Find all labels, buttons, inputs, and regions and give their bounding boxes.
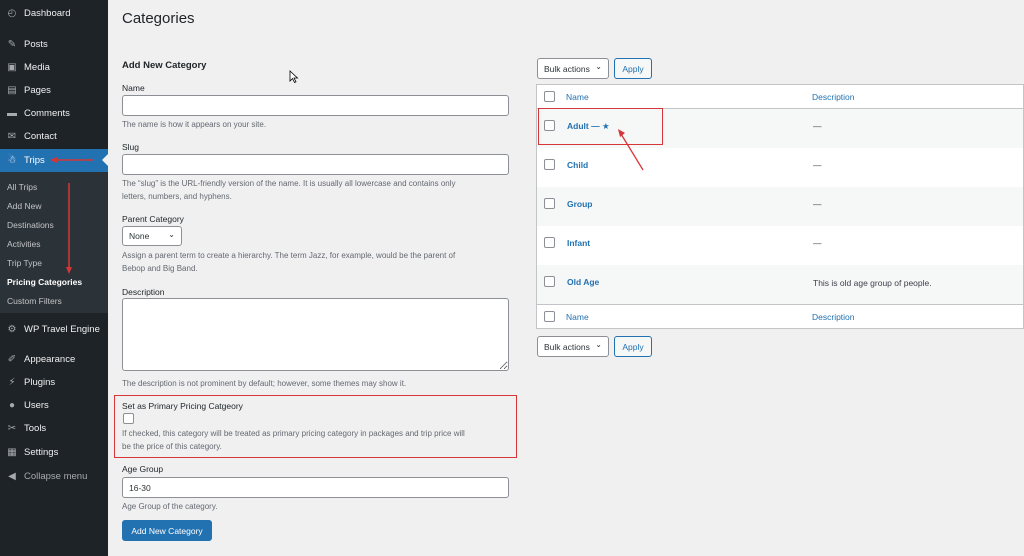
menu-item-tools[interactable]: ✂ Tools <box>0 417 108 440</box>
menu-label: WP Travel Engine <box>24 324 100 335</box>
row-checkbox[interactable] <box>544 198 555 209</box>
table-header: Name Description <box>537 85 1023 109</box>
parent-category-select[interactable]: None ⌄ <box>122 226 182 246</box>
table-footer: Name Description <box>537 304 1023 328</box>
brush-icon: ✐ <box>7 354 17 365</box>
bulk-actions-value: Bulk actions <box>544 63 590 74</box>
menu-item-users[interactable]: ● Users <box>0 394 108 417</box>
menu-label: Users <box>24 400 49 411</box>
primary-pricing-desc-line-1: If checked, this category will be treate… <box>122 429 465 438</box>
bulk-actions-value: Bulk actions <box>544 341 590 352</box>
table-row: Old Age This is old age group of people. <box>537 265 1023 304</box>
row-checkbox[interactable] <box>544 237 555 248</box>
category-name-link[interactable]: Child <box>567 160 588 170</box>
slug-input[interactable] <box>122 154 509 175</box>
annotation-arrows-sidebar <box>50 157 93 274</box>
slug-description-line-2: letters, numbers, and hyphens. <box>122 192 232 201</box>
menu-item-appearance[interactable]: ✐ Appearance <box>0 348 108 371</box>
bulk-actions-select-bottom[interactable]: Bulk actions ⌄ <box>537 336 609 357</box>
collapse-menu-button[interactable]: ◀ Collapse menu <box>0 465 108 488</box>
category-name-link[interactable]: Infant <box>567 238 590 248</box>
menu-item-wp-travel-engine[interactable]: ⚙ WP Travel Engine <box>0 318 108 341</box>
category-description: — <box>813 160 822 170</box>
add-category-heading: Add New Category <box>122 60 207 71</box>
chevron-down-icon: ⌄ <box>595 62 602 71</box>
row-checkbox[interactable] <box>544 159 555 170</box>
description-textarea[interactable] <box>122 298 509 371</box>
primary-pricing-desc-line-2: be the price of this category. <box>122 442 222 451</box>
slug-label: Slug <box>122 142 140 152</box>
page-title: Categories <box>122 10 195 27</box>
name-input[interactable] <box>122 95 509 116</box>
description-label: Description <box>122 287 165 297</box>
age-group-description: Age Group of the category. <box>122 502 218 511</box>
category-description: — <box>813 199 822 209</box>
parent-description-line-1: Assign a parent term to create a hierarc… <box>122 251 456 260</box>
menu-label: Tools <box>24 423 47 434</box>
column-description-header: Description <box>812 92 855 102</box>
table-row: Group — <box>537 187 1023 226</box>
age-group-input[interactable] <box>122 477 509 498</box>
menu-item-settings[interactable]: ▦ Settings <box>0 441 108 464</box>
submenu-custom-filters[interactable]: Custom Filters <box>7 296 62 306</box>
menu-item-plugins[interactable]: ⚡ Plugins <box>0 371 108 394</box>
annotation-arrow-adult <box>618 129 644 171</box>
mouse-cursor-icon <box>289 70 299 84</box>
column-description-footer: Description <box>812 312 855 322</box>
age-group-label: Age Group <box>122 464 164 474</box>
category-name-link[interactable]: Group <box>567 199 593 209</box>
parent-description-line-2: Bebop and Big Band. <box>122 264 198 273</box>
name-description: The name is how it appears on your site. <box>122 120 267 129</box>
chevron-down-icon: ⌄ <box>168 230 175 239</box>
row-checkbox[interactable] <box>544 276 555 287</box>
primary-pricing-checkbox[interactable] <box>123 413 134 424</box>
parent-category-label: Parent Category <box>122 214 184 224</box>
apply-button-bottom[interactable]: Apply <box>614 336 652 357</box>
primary-pricing-label: Set as Primary Pricing Catgeory <box>122 401 243 411</box>
menu-label: Plugins <box>24 377 56 388</box>
settings-icon: ▦ <box>7 447 17 458</box>
description-help: The description is not prominent by defa… <box>122 379 407 388</box>
name-label: Name <box>122 83 145 93</box>
column-name-header[interactable]: Name <box>566 92 589 102</box>
menu-label: Collapse menu <box>24 471 88 482</box>
category-name-link[interactable]: Old Age <box>567 277 599 287</box>
category-description: — <box>813 121 822 131</box>
slug-description-line-1: The “slug” is the URL-friendly version o… <box>122 179 456 188</box>
category-description: — <box>813 238 822 248</box>
plug-icon: ⚡ <box>8 377 16 388</box>
table-row: Infant — <box>537 226 1023 265</box>
menu-label: Settings <box>24 447 59 458</box>
select-all-checkbox[interactable] <box>544 91 555 102</box>
collapse-icon: ◀ <box>8 471 16 482</box>
bulk-actions-select-top[interactable]: Bulk actions ⌄ <box>537 58 609 79</box>
apply-button-top[interactable]: Apply <box>614 58 652 79</box>
wrench-icon: ✂ <box>7 423 17 434</box>
add-new-category-button[interactable]: Add New Category <box>122 520 212 541</box>
category-description: This is old age group of people. <box>813 278 932 288</box>
chevron-down-icon: ⌄ <box>595 340 602 349</box>
parent-category-value: None <box>129 231 150 241</box>
user-icon: ● <box>8 400 16 411</box>
menu-label: Appearance <box>24 354 76 365</box>
gear-icon: ⚙ <box>7 324 17 335</box>
column-name-footer[interactable]: Name <box>566 312 589 322</box>
select-all-checkbox-footer[interactable] <box>544 311 555 322</box>
